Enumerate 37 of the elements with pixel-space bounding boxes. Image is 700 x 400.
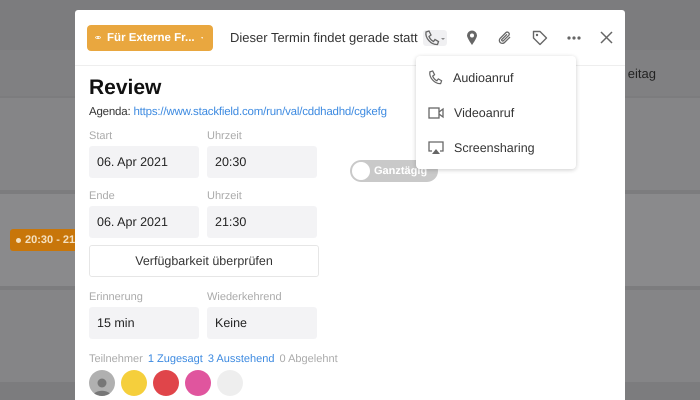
tag-icon[interactable]: [532, 30, 548, 46]
accepted-link[interactable]: 1 Zugesagt: [148, 353, 203, 365]
field-label: Uhrzeit: [207, 130, 243, 142]
menu-item[interactable]: Videoanruf: [416, 95, 576, 130]
paperclip-icon[interactable]: [497, 30, 513, 46]
field-label: Uhrzeit: [207, 190, 243, 202]
availability-button[interactable]: Verfügbarkeit überprüfen: [89, 245, 319, 277]
agenda-link[interactable]: https://www.stackfield.com/run/val/cddhadhd/cgkefg: [133, 106, 387, 118]
field-label: Ende: [89, 190, 116, 202]
menu-item[interactable]: Audioanruf: [416, 60, 576, 95]
dropdown-field[interactable]: 15 min: [89, 307, 199, 339]
declined-count: 0 Abgelehnt: [280, 353, 338, 365]
day-header: eitag: [628, 66, 656, 80]
location-pin-icon[interactable]: [466, 30, 478, 46]
pending-link[interactable]: 3 Ausstehend: [208, 353, 275, 365]
event-title: Review: [89, 76, 162, 100]
status-text: Dieser Termin findet gerade statt: [230, 30, 418, 45]
field-label: Erinnerung: [89, 291, 144, 303]
close-icon[interactable]: [600, 31, 613, 44]
input-field[interactable]: 21:30: [207, 206, 317, 238]
input-field[interactable]: 06. Apr 2021: [89, 206, 199, 238]
caret-icon: [200, 36, 203, 40]
input-field[interactable]: 20:30: [207, 146, 317, 178]
participants-label: Teilnehmer: [89, 353, 143, 365]
avatar[interactable]: [185, 370, 211, 396]
call-button[interactable]: [423, 30, 447, 46]
phone-icon: [428, 70, 443, 85]
avatar[interactable]: [153, 370, 179, 396]
field-label: Start: [89, 130, 114, 142]
input-field[interactable]: 06. Apr 2021: [89, 146, 199, 178]
more-icon[interactable]: [567, 36, 581, 40]
field-label: Wiederkehrend: [207, 291, 283, 303]
agenda-label: Agenda:: [89, 106, 130, 118]
screen-share-icon: [428, 140, 444, 154]
video-camera-icon: [428, 106, 444, 118]
dropdown-field[interactable]: Keine: [207, 307, 317, 339]
photo-placeholder[interactable]: [89, 370, 115, 396]
